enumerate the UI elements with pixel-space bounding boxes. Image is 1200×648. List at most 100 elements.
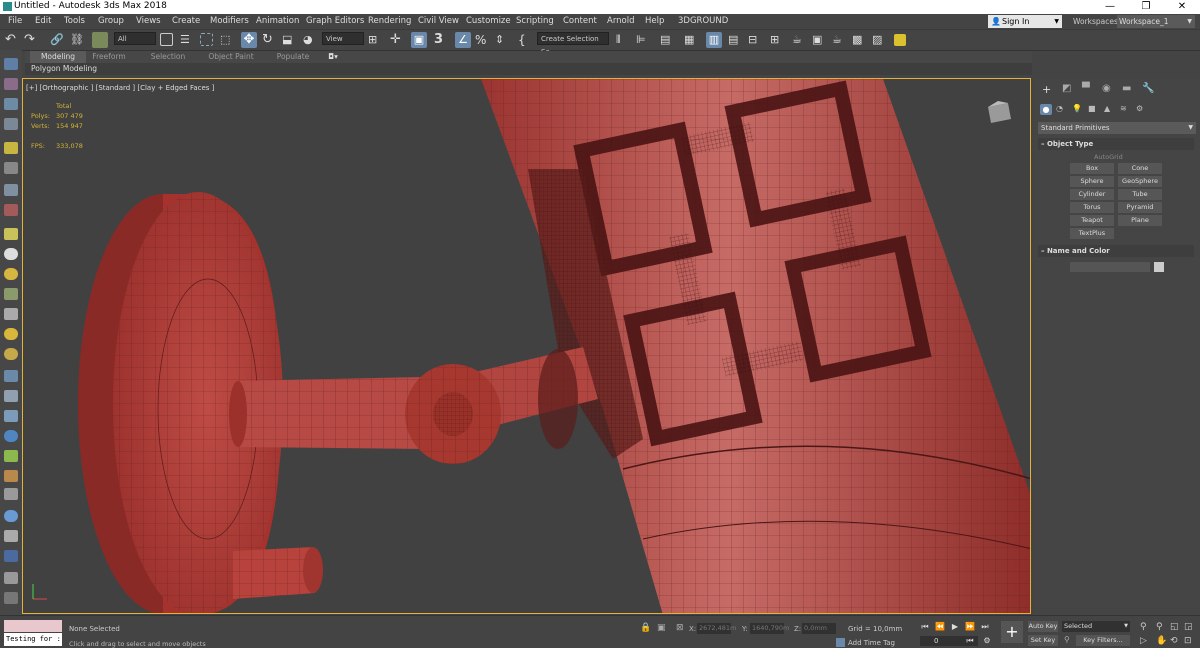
primitive-type-dropdown[interactable]: Standard Primitives ▼	[1038, 122, 1196, 134]
selection-filter-dropdown[interactable]: All	[114, 32, 156, 45]
absolute-mode-icon[interactable]: ⊠	[676, 623, 684, 633]
patch-icon[interactable]	[4, 390, 18, 402]
torus-button[interactable]: Torus	[1070, 202, 1114, 213]
zoom-extents-icon[interactable]: ◱	[1170, 622, 1179, 632]
minimize-button[interactable]: —	[1092, 0, 1128, 14]
viewport[interactable]: [+] [Orthographic ] [Standard ] [Clay + …	[22, 78, 1031, 614]
layer-explorer-icon[interactable]: ▦	[684, 32, 700, 48]
menu-content[interactable]: Content	[563, 16, 597, 26]
systems-category-icon[interactable]: ⚙	[1136, 104, 1143, 113]
scene-icon[interactable]	[4, 98, 18, 110]
menu-modifiers[interactable]: Modifiers	[210, 16, 249, 26]
viewcube[interactable]	[988, 101, 1011, 123]
tab-freeform[interactable]: Freeform	[87, 51, 131, 63]
render-iterative-icon[interactable]: ▩	[852, 32, 868, 48]
spinner-snap-icon[interactable]: ⇕	[495, 32, 511, 48]
keyboard-shortcut-override-icon[interactable]: ▣	[411, 32, 427, 48]
autogrid-checkbox[interactable]: AutoGrid	[1094, 153, 1123, 161]
select-object-icon[interactable]	[160, 33, 173, 46]
play-icon[interactable]: ▶	[950, 622, 960, 632]
angle-snap-icon[interactable]: ∠	[455, 32, 471, 48]
zoom-extents-all-icon[interactable]: ◲	[1184, 622, 1193, 632]
move-icon[interactable]: ✥	[241, 32, 257, 48]
geometry-icon[interactable]: ●	[1040, 104, 1052, 115]
box-button[interactable]: Box	[1070, 163, 1114, 174]
rendered-frame-window-icon[interactable]: ▣	[812, 32, 828, 48]
shapes-category-icon[interactable]: ◔	[1056, 104, 1063, 113]
object-name-input[interactable]	[1070, 262, 1150, 272]
maxscript-listener-output[interactable]	[4, 620, 62, 632]
rotate-icon[interactable]: ↻	[262, 32, 278, 48]
sign-in-button[interactable]: 👤 Sign In ▼	[988, 15, 1062, 28]
light-icon[interactable]	[4, 142, 18, 154]
textplus-button[interactable]: TextPlus	[1070, 228, 1114, 239]
spacewarps-category-icon[interactable]: ≋	[1120, 104, 1127, 113]
create-tab-icon[interactable]: +	[1042, 83, 1051, 96]
windows-icon[interactable]	[4, 530, 18, 542]
orbit-icon[interactable]: ⟲	[1170, 636, 1178, 646]
menu-tools[interactable]: Tools	[64, 16, 85, 26]
shapes-icon[interactable]	[4, 78, 18, 90]
render-cloud-icon[interactable]: ▨	[872, 32, 888, 48]
workspace-select[interactable]: Workspace_1 ▼	[1117, 15, 1195, 28]
reference-coordinate-dropdown[interactable]: View	[322, 32, 364, 45]
lights-category-icon[interactable]: 💡	[1072, 104, 1082, 113]
modify-tab-icon[interactable]: ◩	[1062, 83, 1071, 94]
torus-icon[interactable]	[4, 288, 18, 300]
object-type-rollout[interactable]: – Object Type	[1038, 138, 1194, 150]
z-coordinate-input[interactable]: 0,0mm	[802, 623, 836, 634]
material-editor-icon[interactable]: ⊞	[770, 32, 786, 48]
go-to-start-icon[interactable]: ⏮	[920, 622, 930, 632]
edit-named-selection-icon[interactable]: {	[518, 32, 534, 48]
y-coordinate-input[interactable]: 1640,790m	[750, 623, 789, 634]
compound-icon[interactable]	[4, 572, 18, 584]
menu-graph-editors[interactable]: Graph Editors	[306, 16, 364, 26]
maximize-button[interactable]: ❐	[1128, 0, 1164, 14]
undo-icon[interactable]: ↶	[5, 32, 21, 48]
sun-icon[interactable]	[4, 328, 18, 340]
doors-icon[interactable]	[4, 488, 18, 500]
redo-icon[interactable]: ↷	[24, 32, 40, 48]
tab-selection[interactable]: Selection	[143, 51, 193, 63]
menu-3dground[interactable]: 3DGROUND	[678, 16, 728, 26]
zoom-icon[interactable]: ⚲	[1140, 622, 1147, 632]
curve-editor-icon[interactable]: ▤	[728, 32, 744, 48]
snaps-toggle-icon[interactable]: 3	[434, 32, 450, 48]
menu-group[interactable]: Group	[98, 16, 124, 26]
x-coordinate-input[interactable]: 2672,481m	[697, 623, 736, 634]
pivot-center-icon[interactable]: ⊞	[368, 32, 384, 48]
next-frame-icon[interactable]: ⏩	[965, 622, 975, 632]
teapot-button[interactable]: Teapot	[1070, 215, 1114, 226]
select-by-name-icon[interactable]: ☰	[180, 32, 196, 48]
auto-key-button[interactable]: Auto Key	[1028, 621, 1058, 632]
sphere-yellow-icon[interactable]	[4, 268, 18, 280]
ribbon-options-icon[interactable]: ◘▾	[325, 51, 341, 63]
sphere-button[interactable]: Sphere	[1070, 176, 1114, 187]
menu-views[interactable]: Views	[136, 16, 161, 26]
time-tag-icon[interactable]	[836, 638, 845, 647]
grid-icon[interactable]	[4, 118, 18, 130]
schematic-view-icon[interactable]: ⊟	[748, 32, 764, 48]
menu-edit[interactable]: Edit	[35, 16, 51, 26]
scale-icon[interactable]: ⬓	[282, 32, 298, 48]
toggle-ribbon-icon[interactable]: ▥	[706, 32, 722, 48]
geosphere-button[interactable]: GeoSphere	[1118, 176, 1162, 187]
lock-icon[interactable]: 🔒	[640, 623, 651, 633]
nurbs-icon[interactable]	[4, 410, 18, 422]
spacewarp-icon[interactable]	[4, 204, 18, 216]
box-icon[interactable]	[4, 228, 18, 240]
render-setup-icon[interactable]: ☕	[792, 32, 808, 48]
maximize-viewport-icon[interactable]: ⊡	[1184, 636, 1192, 646]
add-time-tag-button[interactable]: Add Time Tag	[848, 639, 895, 647]
set-key-button[interactable]: Set Key	[1028, 635, 1058, 646]
render-production-icon[interactable]: ☕	[832, 32, 848, 48]
percent-snap-icon[interactable]: %	[475, 32, 491, 48]
foliage-icon[interactable]	[4, 450, 18, 462]
key-filters-button[interactable]: Key Filters...	[1076, 635, 1130, 646]
menu-create[interactable]: Create	[172, 16, 200, 26]
scene-explorer-icon[interactable]: ▤	[660, 32, 676, 48]
align-icon[interactable]: ⊫	[636, 32, 652, 48]
mirror-icon[interactable]: ⫴	[616, 32, 632, 48]
bind-space-warp-icon[interactable]	[92, 32, 108, 48]
tab-populate[interactable]: Populate	[271, 51, 315, 63]
